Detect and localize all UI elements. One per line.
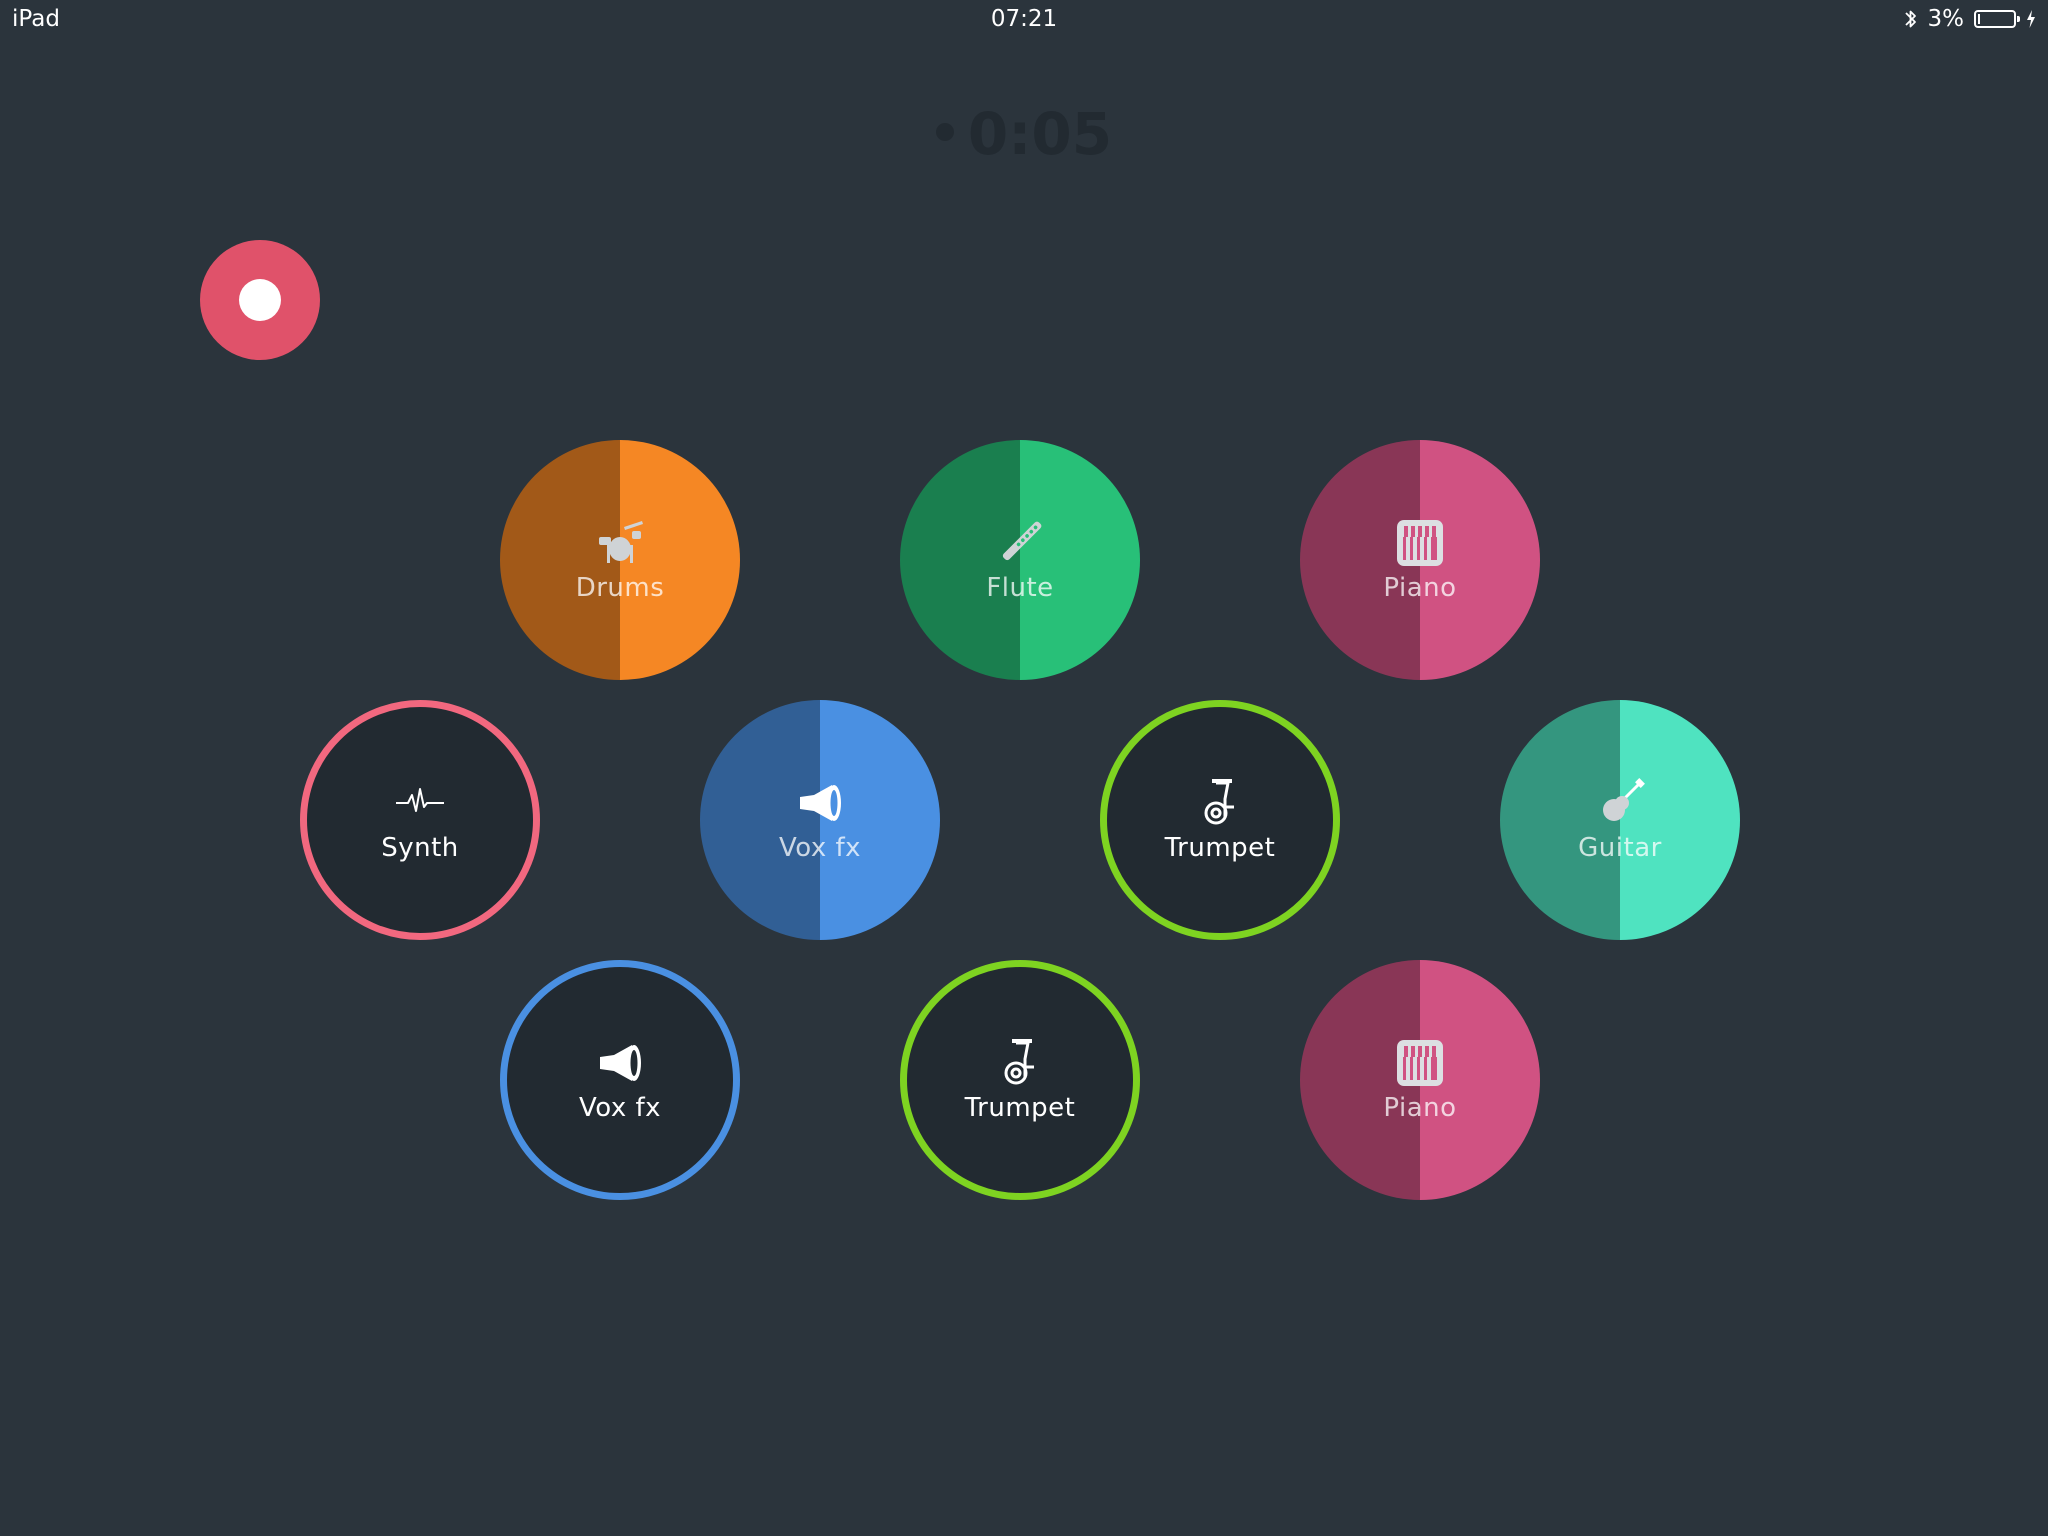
- recording-dot: [935, 122, 954, 141]
- drum-kit-icon: [599, 521, 643, 563]
- pad-content: Flute: [900, 440, 1140, 680]
- timer-value: 0:05: [967, 100, 1113, 168]
- pad-label: Flute: [986, 573, 1054, 603]
- pad-guitar[interactable]: Guitar: [1500, 700, 1740, 940]
- pad-content: Synth: [307, 707, 533, 933]
- pad-content: Drums: [500, 440, 740, 680]
- pad-vox-fx[interactable]: Vox fx: [700, 700, 940, 940]
- pad-trumpet-2[interactable]: Trumpet: [900, 960, 1140, 1200]
- record-icon: [239, 279, 281, 321]
- megaphone-icon: [600, 1045, 641, 1081]
- pad-content: Trumpet: [1107, 707, 1333, 933]
- status-time: 07:21: [990, 6, 1058, 32]
- pad-content: Trumpet: [907, 967, 1133, 1193]
- battery-percent: 3%: [1927, 6, 1965, 32]
- bluetooth-icon: [1904, 10, 1916, 28]
- pad-label: Trumpet: [964, 1093, 1076, 1123]
- battery-icon: [1974, 10, 2020, 28]
- status-right: 3%: [1904, 6, 2037, 32]
- piano-keys-icon: [1397, 1040, 1443, 1086]
- pad-label: Guitar: [1578, 833, 1662, 863]
- pad-label: Piano: [1383, 573, 1457, 603]
- status-bar: iPad 07:21 3%: [0, 0, 2048, 40]
- recording-timer: 0:05: [0, 100, 2048, 168]
- tuba-icon: [1204, 779, 1234, 825]
- battery-level: [1978, 14, 1980, 24]
- pad-piano-2[interactable]: Piano: [1300, 960, 1540, 1200]
- pad-label: Vox fx: [578, 1093, 662, 1123]
- pad-piano[interactable]: Piano: [1300, 440, 1540, 680]
- pad-synth[interactable]: Synth: [300, 700, 540, 940]
- pad-drums[interactable]: Drums: [500, 440, 740, 680]
- pad-label: Drums: [575, 573, 665, 603]
- pad-label: Synth: [381, 833, 459, 863]
- charging-bolt-icon: [2027, 10, 2035, 28]
- tuba-icon: [1004, 1039, 1034, 1085]
- waveform-icon: [396, 788, 444, 812]
- pad-trumpet[interactable]: Trumpet: [1100, 700, 1340, 940]
- pad-label: Vox fx: [778, 833, 862, 863]
- guitar-icon: [1603, 778, 1645, 821]
- megaphone-icon: [800, 785, 841, 821]
- piano-keys-icon: [1397, 520, 1443, 566]
- pad-label: Piano: [1383, 1093, 1457, 1123]
- pad-vox-fx-2[interactable]: Vox fx: [500, 960, 740, 1200]
- pad-content: Piano: [1300, 440, 1540, 680]
- record-button[interactable]: [200, 240, 320, 360]
- pad-content: Piano: [1300, 960, 1540, 1200]
- pad-flute[interactable]: Flute: [900, 440, 1140, 680]
- pad-content: Vox fx: [507, 967, 733, 1193]
- pad-content: Vox fx: [700, 700, 940, 940]
- flute-icon: [1002, 521, 1042, 561]
- pad-label: Trumpet: [1164, 833, 1276, 863]
- pad-content: Guitar: [1500, 700, 1740, 940]
